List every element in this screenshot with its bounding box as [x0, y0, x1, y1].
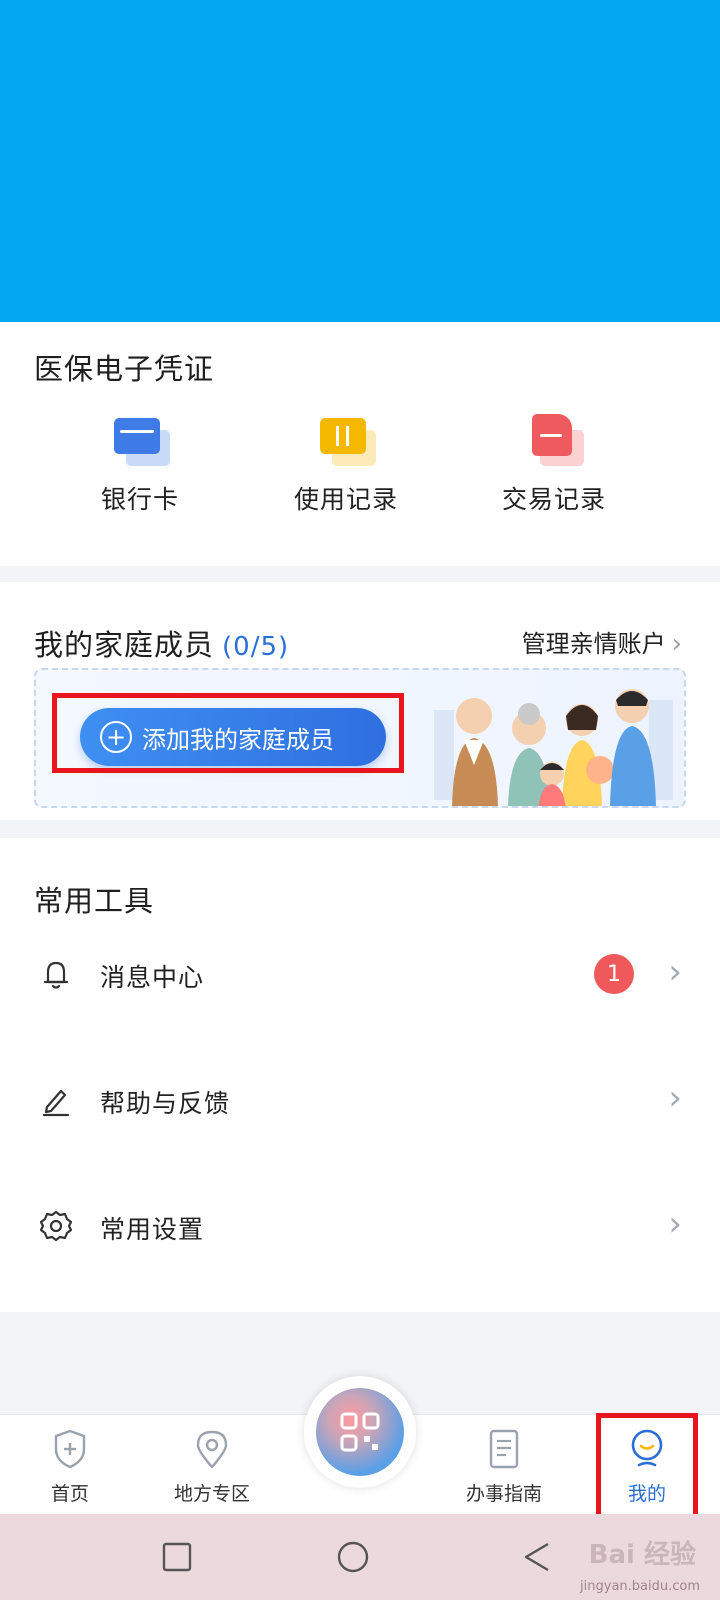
settings-row[interactable]: 常用设置 › — [0, 1172, 720, 1282]
nav-guide[interactable]: 办事指南 — [444, 1427, 564, 1506]
watermark-url: jingyan.baidu.com — [580, 1579, 700, 1594]
credentials-card: 医保电子凭证 银行卡 使用记录 交易记录 — [0, 322, 720, 566]
chevron-right-icon: › — [668, 1078, 682, 1118]
chevron-right-icon: › — [668, 952, 682, 992]
bank-card-button[interactable]: 银行卡 — [50, 414, 230, 524]
settings-label: 常用设置 — [100, 1215, 205, 1244]
manage-family-label: 管理亲情账户 — [521, 630, 666, 658]
transaction-record-label: 交易记录 — [501, 485, 606, 514]
shield-plus-icon — [54, 1429, 86, 1469]
section-title: 医保电子凭证 — [34, 352, 215, 386]
back-triangle-icon[interactable] — [520, 1540, 554, 1574]
nav-guide-label: 办事指南 — [465, 1483, 542, 1505]
unread-badge: 1 — [594, 954, 634, 994]
nav-local-zone[interactable]: 地方专区 — [152, 1427, 272, 1506]
message-center-label: 消息中心 — [100, 963, 205, 992]
scan-qr-button[interactable] — [304, 1376, 416, 1488]
transaction-record-icon — [524, 414, 584, 466]
gear-icon — [39, 1210, 73, 1242]
nav-home[interactable]: 首页 — [10, 1427, 130, 1506]
usage-record-icon — [316, 414, 376, 466]
family-title-text: 我的家庭成员 — [34, 628, 215, 662]
help-feedback-label: 帮助与反馈 — [100, 1089, 231, 1118]
highlight-mine-frame — [596, 1413, 698, 1523]
home-circle-icon[interactable] — [336, 1540, 370, 1574]
chevron-right-icon: › — [668, 1204, 682, 1244]
help-feedback-row[interactable]: 帮助与反馈 › — [0, 1046, 720, 1156]
tools-title: 常用工具 — [34, 884, 155, 918]
family-title: 我的家庭成员 (0/5) — [34, 622, 289, 664]
transaction-record-button[interactable]: 交易记录 — [464, 414, 644, 524]
family-illustration — [434, 689, 673, 806]
message-center-row[interactable]: 消息中心 1 › — [0, 920, 720, 1030]
system-nav-bar: Bai 经验 jingyan.baidu.com — [0, 1514, 720, 1600]
bank-card-icon — [110, 414, 170, 466]
chevron-right-icon: › — [671, 629, 682, 659]
bell-icon — [43, 961, 69, 989]
nav-home-label: 首页 — [50, 1483, 89, 1505]
usage-record-button[interactable]: 使用记录 — [256, 414, 436, 524]
location-pin-icon — [196, 1430, 228, 1469]
highlight-add-family-frame — [52, 693, 404, 773]
manage-family-accounts-link[interactable]: 管理亲情账户 › — [522, 624, 682, 659]
bank-card-label: 银行卡 — [100, 485, 179, 514]
nav-local-zone-label: 地方专区 — [173, 1483, 250, 1505]
pen-icon — [42, 1089, 70, 1117]
family-count: (0/5) — [222, 632, 290, 662]
usage-record-label: 使用记录 — [293, 485, 398, 514]
qr-code-icon — [340, 1412, 380, 1452]
watermark-brand: Bai 经验 — [588, 1540, 696, 1570]
header-banner — [0, 0, 720, 322]
recent-apps-icon[interactable] — [160, 1540, 194, 1574]
document-icon — [489, 1429, 519, 1469]
tools-card: 常用工具 消息中心 1 › 帮助与反馈 › 常用设置 › — [0, 838, 720, 1312]
